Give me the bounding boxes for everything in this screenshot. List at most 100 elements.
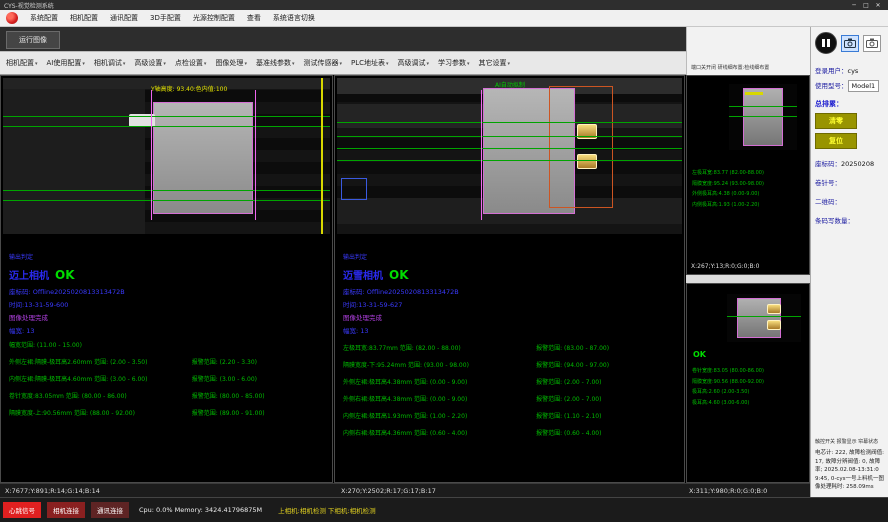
login-user-field: 登录用户：cys bbox=[815, 65, 884, 75]
measure-line bbox=[3, 126, 330, 127]
chevron-down-icon: ▾ bbox=[244, 61, 247, 67]
result-ok-badge: OK bbox=[389, 268, 409, 282]
control-icons bbox=[815, 32, 884, 54]
pause-icon bbox=[827, 39, 830, 47]
tab-connector bbox=[767, 320, 781, 330]
app-logo-icon bbox=[6, 12, 18, 24]
camera-connection-indicator[interactable]: 相机连接 bbox=[47, 502, 85, 518]
camera-result-upper: 输出判定 迈上相机 OK 座标码: Offline2025020813313472… bbox=[1, 236, 332, 417]
camera-icon bbox=[844, 38, 856, 48]
pause-button[interactable] bbox=[815, 32, 837, 54]
measurement-row: 隔膜宽度-下:95.24mm 范围: (93.00 - 98.00) 报警范围:… bbox=[343, 360, 676, 369]
measure-line bbox=[337, 148, 682, 149]
result-time: 时间:13-31-59-627 bbox=[343, 299, 676, 309]
mini-status-row: 触控开关 报警显示 帘幕状态 bbox=[815, 438, 884, 445]
chevron-down-icon: ▾ bbox=[427, 61, 430, 67]
result-code: 座标码: Offline2025020813313472B bbox=[9, 286, 324, 296]
toolbar-item[interactable]: 学习参数▾ bbox=[438, 58, 470, 68]
toolbar-item[interactable]: 测试传感器▾ bbox=[303, 58, 342, 68]
tab-connector bbox=[767, 304, 781, 314]
menu-item[interactable]: 系统语言切换 bbox=[273, 13, 315, 23]
tab-strip: 运行图像 bbox=[0, 27, 686, 51]
toolbar-item[interactable]: 基准线参数▾ bbox=[256, 58, 295, 68]
measure-line bbox=[3, 200, 330, 201]
preview-ok-badge: OK bbox=[693, 350, 706, 359]
menu-item[interactable]: 通讯配置 bbox=[110, 13, 138, 23]
menu-item[interactable]: 相机配置 bbox=[70, 13, 98, 23]
toolbar-item[interactable]: 高级调试▾ bbox=[398, 58, 430, 68]
preview-view-top[interactable]: 左极耳宽:83.77 (82.00-88.00)隔膜宽度:95.24 (93.0… bbox=[686, 75, 810, 275]
result-title: 迈雪相机 bbox=[343, 271, 383, 282]
marker bbox=[745, 92, 763, 95]
qr-field: 二维码： bbox=[815, 196, 884, 206]
menu-bar: 系统配置 相机配置 通讯配置 3D手配置 光源控制配置 查看 系统语言切换 bbox=[0, 10, 888, 27]
menu-item[interactable]: 3D手配置 bbox=[150, 13, 181, 23]
edge-line bbox=[481, 90, 482, 220]
judge-note: 输出判定 bbox=[343, 252, 676, 261]
toolbar-item[interactable]: PLC地址表▾ bbox=[351, 58, 389, 68]
toolbar-item[interactable]: 图像处理▾ bbox=[215, 58, 247, 68]
preview-view-bottom[interactable]: OK 卷针宽度:83.05 (80.00-86.00)隔膜宽度:90.56 (8… bbox=[686, 283, 810, 483]
measurement-row: 隔膜宽度-上:90.56mm 范围: (88.00 - 92.00) 报警范围:… bbox=[9, 408, 324, 417]
measurement-row: 卷针宽度:83.05mm 范围: (80.00 - 86.00) 报警范围: (… bbox=[9, 391, 324, 400]
menu-items: 系统配置 相机配置 通讯配置 3D手配置 光源控制配置 查看 系统语言切换 bbox=[30, 13, 315, 23]
port-switch-note: 端口关开闭 研线细布置:检线细布置 bbox=[691, 64, 769, 71]
coords-lower-camera: X:270;Y:2502;R:17;G:17;B:17 bbox=[341, 487, 436, 495]
chevron-down-icon: ▾ bbox=[123, 61, 126, 67]
chevron-down-icon: ▾ bbox=[204, 61, 207, 67]
measurement-row: 外侧左裙:极耳高4.38mm 范围: (0.00 - 9.00) 报警范围: (… bbox=[343, 377, 676, 386]
model-select[interactable]: Model1 bbox=[848, 80, 880, 92]
comm-connection-indicator[interactable]: 通讯连接 bbox=[91, 502, 129, 518]
status-bar: 心跳信号 相机连接 通讯连接 Cpu: 0.0% Memory: 3424.41… bbox=[0, 497, 888, 522]
menu-item[interactable]: 光源控制配置 bbox=[193, 13, 235, 23]
preview-measure-line: 左极耳宽:83.77 (82.00-88.00) bbox=[692, 168, 764, 179]
qr-label: 二维码： bbox=[815, 198, 841, 206]
menu-item[interactable]: 查看 bbox=[247, 13, 261, 23]
chevron-down-icon: ▾ bbox=[35, 61, 38, 67]
close-button[interactable]: ✕ bbox=[872, 2, 884, 9]
minimize-button[interactable]: ─ bbox=[848, 2, 860, 9]
preview-divider bbox=[686, 275, 810, 283]
chevron-down-icon: ▾ bbox=[467, 61, 470, 67]
judge-note: 输出判定 bbox=[9, 252, 324, 261]
camera-view-button-2[interactable] bbox=[863, 35, 881, 52]
model-field: 使用型号：Model1 bbox=[815, 80, 884, 92]
window-title: CYS-视觉检测系统 bbox=[4, 1, 54, 10]
login-user-label: 登录用户： bbox=[815, 67, 848, 75]
camera-image-upper[interactable]: Y轴高度: 93.40:色内值:100 bbox=[3, 78, 330, 234]
cpu-memory-status: Cpu: 0.0% Memory: 3424.41796875M bbox=[139, 506, 262, 514]
preview-thumbnail bbox=[727, 294, 801, 342]
chevron-down-icon: ▾ bbox=[163, 61, 166, 67]
camera-icon bbox=[866, 38, 878, 48]
maximize-button[interactable]: □ bbox=[860, 2, 872, 9]
edge-line bbox=[255, 90, 256, 220]
camera-view-button-1[interactable] bbox=[841, 35, 859, 52]
preview-measure-line: 内侧极耳高:1.93 (1.00-2.20) bbox=[692, 200, 764, 211]
yellow-action-button[interactable]: 清零 bbox=[815, 113, 857, 129]
camera-image-lower[interactable]: AI自动拟制 bbox=[337, 78, 682, 234]
toolbar-item[interactable]: 相机调试▾ bbox=[94, 58, 126, 68]
toolbar-item[interactable]: 高级设置▾ bbox=[134, 58, 166, 68]
needle-field: 卷针号： bbox=[815, 177, 884, 187]
result-title: 迈上相机 bbox=[9, 271, 49, 282]
separator-object bbox=[743, 88, 783, 146]
camera-panel-lower: AI自动拟制 输出判定 迈雪相机OK 座标码: Offline202502081… bbox=[334, 75, 685, 483]
toolbar-item[interactable]: 其它设置▾ bbox=[479, 58, 511, 68]
result-ok-badge: OK bbox=[55, 268, 75, 282]
tab-run-image[interactable]: 运行图像 bbox=[6, 31, 60, 49]
machine-structure bbox=[3, 78, 145, 234]
measure-line bbox=[729, 116, 797, 117]
heartbeat-indicator[interactable]: 心跳信号 bbox=[3, 502, 41, 518]
yellow-action-button[interactable]: 复位 bbox=[815, 133, 857, 149]
menu-item[interactable]: 系统配置 bbox=[30, 13, 58, 23]
toolbar-item[interactable]: 点检设置▾ bbox=[175, 58, 207, 68]
roi-box bbox=[341, 178, 367, 200]
measurement-row: 外侧右裙:极耳高4.38mm 范围: (0.00 - 9.00) 报警范围: (… bbox=[343, 394, 676, 403]
camera-result-lower: 输出判定 迈雪相机OK 座标码: Offline2025020813313472… bbox=[335, 236, 684, 437]
toolbar-item[interactable]: 相机配置▾ bbox=[6, 58, 38, 68]
measurement-list: 外侧左裙:隔膜-极耳高2.60mm 范围: (2.00 - 3.50) 报警范围… bbox=[9, 357, 324, 417]
preview-measure-line: 极耳高:2.60 (2.00-3.50) bbox=[692, 387, 764, 398]
stats-text: 电芯计: 222, 故障检测阀值: 17, 故障分辨阀值: 0, 故障率; 20… bbox=[815, 449, 884, 492]
code-value: 20250208 bbox=[841, 160, 874, 168]
toolbar-item[interactable]: AI使用配置▾ bbox=[47, 58, 85, 68]
